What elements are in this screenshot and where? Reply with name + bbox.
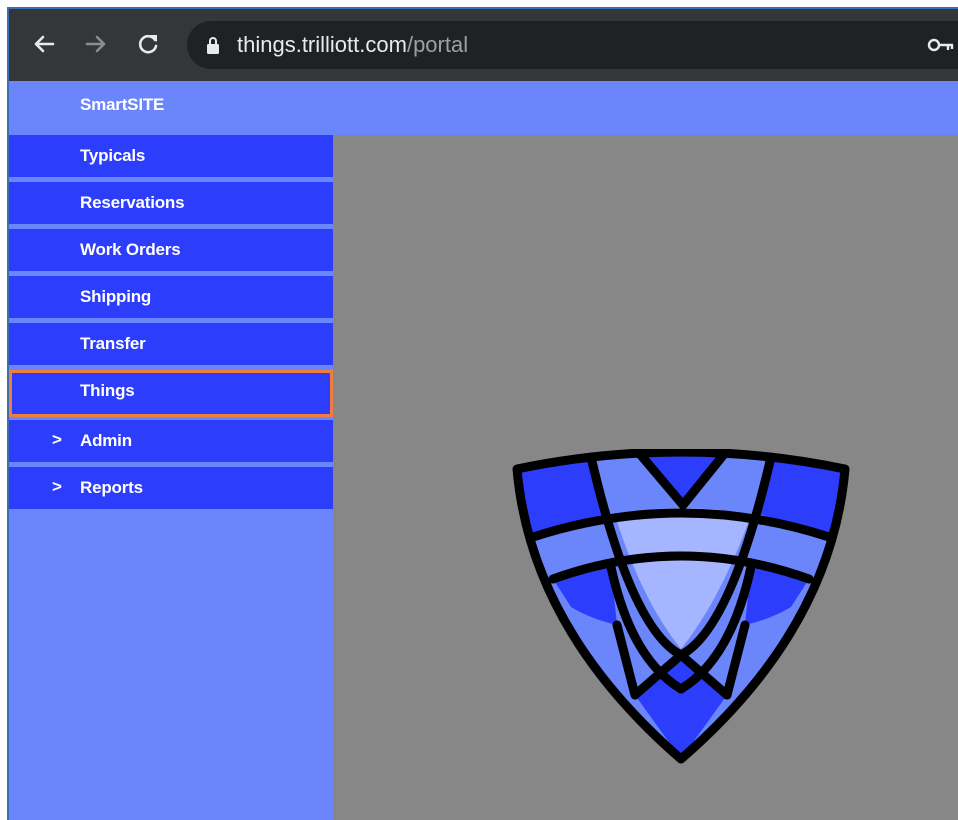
sidebar-item-transfer[interactable]: Transfer xyxy=(9,323,333,365)
arrow-left-icon[interactable] xyxy=(29,29,59,59)
sidebar-item-things[interactable]: Things xyxy=(9,370,333,417)
lock-icon[interactable] xyxy=(207,36,219,54)
chevron-right-icon: > xyxy=(52,477,62,496)
brand-title[interactable]: SmartSITE xyxy=(80,95,164,115)
sidebar-item-label: Transfer xyxy=(80,334,146,353)
shield-logo xyxy=(511,447,851,769)
key-icon[interactable] xyxy=(927,35,955,55)
sidebar-item-typicals[interactable]: Typicals xyxy=(9,135,333,177)
header-bar xyxy=(333,81,958,135)
sidebar-item-label: Shipping xyxy=(80,287,152,306)
main-content xyxy=(333,135,958,820)
url-text[interactable]: things.trilliott.com/portal xyxy=(237,33,468,57)
browser-toolbar: things.trilliott.com/portal xyxy=(9,9,958,81)
sidebar-item-label: Reports xyxy=(80,478,143,497)
sidebar-item-label: Admin xyxy=(80,431,132,450)
sidebar-item-admin[interactable]: > Admin xyxy=(9,420,333,462)
url-path: /portal xyxy=(406,32,469,57)
sidebar-item-reservations[interactable]: Reservations xyxy=(9,182,333,224)
sidebar-item-work-orders[interactable]: Work Orders xyxy=(9,229,333,271)
sidebar-item-label: Work Orders xyxy=(80,240,181,259)
sidebar-item-shipping[interactable]: Shipping xyxy=(9,276,333,318)
sidebar-item-label: Typicals xyxy=(80,146,146,165)
url-host: things.trilliott.com xyxy=(237,32,407,57)
sidebar-item-label: Things xyxy=(80,381,135,400)
arrow-right-icon[interactable] xyxy=(81,29,111,59)
browser-window: things.trilliott.com/portal SmartSITE Ty… xyxy=(7,7,958,820)
address-bar[interactable]: things.trilliott.com/portal xyxy=(187,21,958,69)
sidebar: SmartSITE Typicals Reservations Work Ord… xyxy=(9,81,333,820)
sidebar-item-label: Reservations xyxy=(80,193,185,212)
reload-icon[interactable] xyxy=(133,29,163,59)
chevron-right-icon: > xyxy=(52,430,62,449)
sidebar-item-reports[interactable]: > Reports xyxy=(9,467,333,509)
